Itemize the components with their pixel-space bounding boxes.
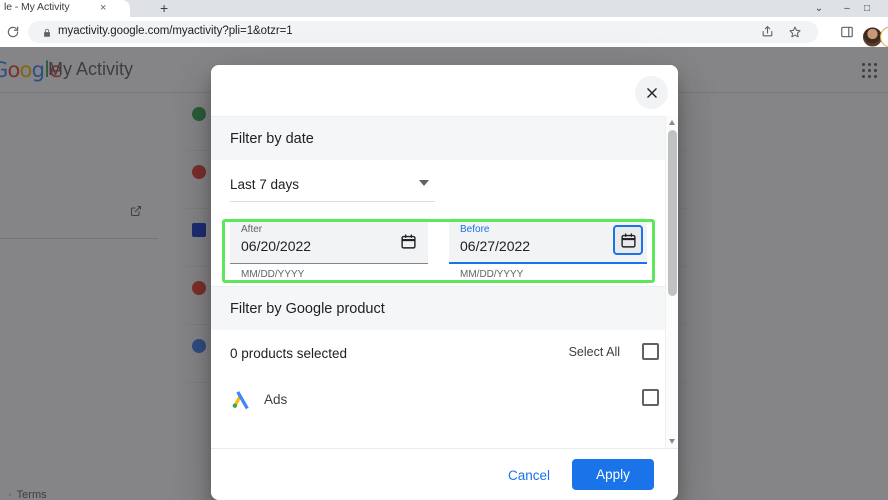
after-date-input[interactable]: 06/20/2022 xyxy=(241,238,311,254)
reload-icon[interactable] xyxy=(4,23,22,41)
side-panel-icon[interactable] xyxy=(840,25,854,44)
address-bar[interactable]: myactivity.google.com/myactivity?pli=1&o… xyxy=(28,21,818,43)
scroll-down-arrow-icon[interactable] xyxy=(669,439,675,444)
lock-icon xyxy=(42,26,52,44)
address-bar-url: myactivity.google.com/myactivity?pli=1&o… xyxy=(58,25,293,37)
dialog-body: Filter by date Last 7 days After 06/20/2… xyxy=(211,116,678,448)
date-range-preset-select[interactable]: Last 7 days xyxy=(230,168,435,202)
tab-strip: le - My Activity × + ⌄ – □ xyxy=(0,0,888,17)
date-range-preset-value: Last 7 days xyxy=(230,177,300,192)
dialog-scrollbar[interactable] xyxy=(665,116,678,448)
select-all-checkbox[interactable] xyxy=(642,343,659,360)
maximize-button[interactable]: □ xyxy=(858,0,876,17)
apply-button[interactable]: Apply xyxy=(572,459,654,490)
calendar-icon[interactable] xyxy=(613,225,643,255)
after-date-field[interactable]: After 06/20/2022 MM/DD/YYYY xyxy=(230,218,428,280)
products-selected-row: 0 products selected Select All xyxy=(211,330,678,376)
browser-window: le - My Activity × + ⌄ – □ myactivity.go… xyxy=(0,0,888,500)
scroll-up-arrow-icon[interactable] xyxy=(669,120,675,125)
extension-avatar[interactable] xyxy=(880,26,888,48)
after-field-label: After xyxy=(241,224,263,235)
before-field-underline xyxy=(449,262,647,264)
section-title-filter-by-date: Filter by date xyxy=(211,116,678,160)
section-title-filter-by-product: Filter by Google product xyxy=(211,286,678,330)
calendar-icon[interactable] xyxy=(394,227,422,255)
chevron-down-icon xyxy=(419,180,429,186)
section-label: Filter by date xyxy=(230,130,314,147)
before-date-input[interactable]: 06/27/2022 xyxy=(460,238,530,254)
browser-tab-myactivity[interactable]: le - My Activity × xyxy=(0,0,130,17)
star-icon[interactable] xyxy=(788,25,802,44)
before-field-box[interactable]: Before 06/27/2022 xyxy=(449,218,647,264)
dialog-header xyxy=(211,65,678,116)
close-icon[interactable]: × xyxy=(100,2,106,14)
share-icon[interactable] xyxy=(761,25,774,43)
before-field-hint: MM/DD/YYYY xyxy=(460,269,524,280)
section-label: Filter by Google product xyxy=(230,300,385,317)
select-all-label: Select All xyxy=(568,345,620,359)
after-field-box[interactable]: After 06/20/2022 xyxy=(230,218,428,264)
filter-dialog: Filter by date Last 7 days After 06/20/2… xyxy=(211,65,678,500)
product-list-item-ads[interactable]: Ads xyxy=(211,376,678,422)
products-selected-count: 0 products selected xyxy=(230,345,348,361)
product-name: Ads xyxy=(264,391,288,407)
chevron-down-icon[interactable]: ⌄ xyxy=(810,0,828,17)
cancel-button[interactable]: Cancel xyxy=(500,463,558,488)
before-field-label: Before xyxy=(460,224,490,235)
product-checkbox-ads[interactable] xyxy=(642,389,659,406)
minimize-button[interactable]: – xyxy=(838,0,856,17)
before-date-field[interactable]: Before 06/27/2022 MM/DD/YYYY xyxy=(449,218,647,280)
after-field-underline xyxy=(230,263,428,264)
after-field-hint: MM/DD/YYYY xyxy=(241,269,305,280)
date-preset-wrap: Last 7 days xyxy=(211,160,678,212)
new-tab-button[interactable]: + xyxy=(160,1,168,15)
dialog-footer: Cancel Apply xyxy=(211,448,678,500)
scrollbar-thumb[interactable] xyxy=(668,130,677,296)
google-ads-icon xyxy=(230,388,252,410)
close-icon[interactable] xyxy=(635,76,668,109)
browser-toolbar: myactivity.google.com/myactivity?pli=1&o… xyxy=(0,17,888,48)
tab-title: le - My Activity xyxy=(4,1,70,13)
date-fields-row: After 06/20/2022 MM/DD/YYYY Before 06/27… xyxy=(211,212,678,286)
